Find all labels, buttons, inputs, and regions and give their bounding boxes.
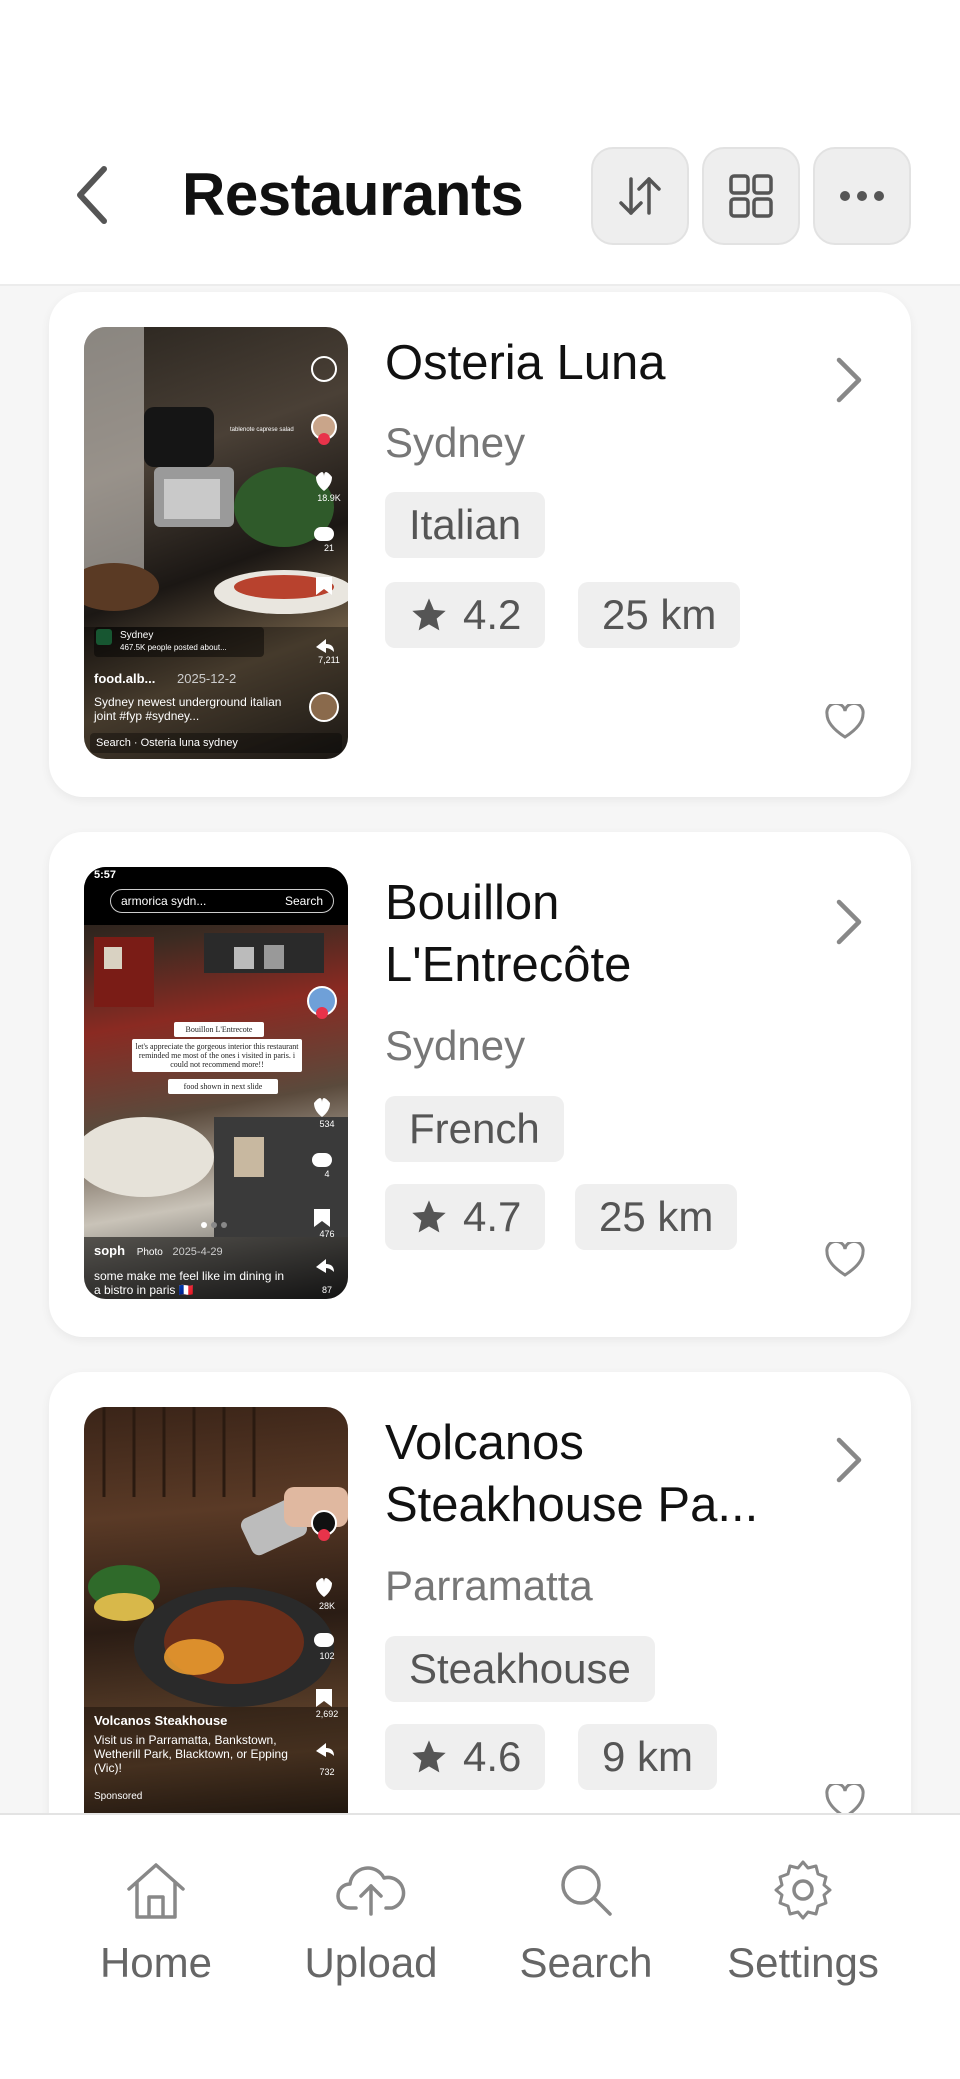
rating-value: 4.2 xyxy=(463,591,522,638)
saves-count: 476 xyxy=(319,1229,335,1239)
chevron-right-icon xyxy=(836,899,862,945)
heart-icon xyxy=(825,1784,865,1813)
restaurant-name: Volcanos Steakhouse Pa... xyxy=(385,1416,759,1532)
restaurant-card[interactable]: 5:57 armorica sydn... Search Bouillon L'… xyxy=(49,832,911,1337)
author-name: soph xyxy=(94,1243,126,1258)
heart-icon xyxy=(825,1242,865,1277)
post-caption: some make me feel like im dining in a bi… xyxy=(94,1269,285,1297)
shares-count: 732 xyxy=(319,1767,335,1777)
comments-count: 4 xyxy=(324,1169,330,1179)
rating-chip: 4.2 xyxy=(385,582,546,648)
sponsored-label: Sponsored xyxy=(94,1791,143,1802)
restaurant-city: Sydney xyxy=(385,1022,526,1069)
home-icon xyxy=(127,1863,185,1919)
tab-home-label: Home xyxy=(99,1939,213,1986)
status-time: 5:57 xyxy=(94,869,117,881)
distance-chip: 9 km xyxy=(578,1724,718,1790)
restaurant-name: Bouillon L'Entrecôte xyxy=(385,876,632,992)
restaurant-name: Osteria Luna xyxy=(385,336,666,390)
shares-count: 7,211 xyxy=(318,655,340,665)
tab-home[interactable]: Home xyxy=(56,1855,256,2005)
restaurants-screen: Restaurants tablenote caprese salad 18.9… xyxy=(0,0,960,2079)
page-title: Restaurants xyxy=(182,161,524,228)
post-date: 2025-4-29 xyxy=(172,1246,223,1258)
sort-arrows-icon xyxy=(619,177,661,215)
shares-count: 87 xyxy=(321,1285,332,1295)
rating-value: 4.6 xyxy=(463,1733,522,1780)
favorite-button[interactable] xyxy=(823,1238,867,1282)
chevron-right-icon xyxy=(836,357,862,403)
back-button[interactable] xyxy=(62,160,122,230)
sort-button[interactable] xyxy=(591,147,689,245)
star-icon xyxy=(412,1740,446,1773)
bottom-tab-bar: Home Upload Search Settings xyxy=(0,1813,960,2079)
post-author: Volcanos Steakhouse xyxy=(94,1713,228,1728)
gear-icon xyxy=(774,1860,832,1920)
restaurant-thumbnail[interactable]: tablenote caprese salad 18.9K 21 7,211 S… xyxy=(84,327,348,759)
restaurant-thumbnail[interactable]: 28K 102 2,692 732 Volcanos Steakhouse Vi… xyxy=(84,1407,348,1813)
tab-search[interactable]: Search xyxy=(486,1855,686,2005)
rating-value: 4.7 xyxy=(463,1193,522,1240)
author-name: food.alb... xyxy=(94,671,156,686)
favorite-button[interactable] xyxy=(823,700,867,744)
likes-count: 534 xyxy=(319,1119,335,1129)
thumb-search-bar: armorica sydn... Search xyxy=(110,889,334,913)
restaurant-thumbnail[interactable]: 5:57 armorica sydn... Search Bouillon L'… xyxy=(84,867,348,1299)
open-detail-chevron[interactable] xyxy=(829,892,869,952)
cuisine-chip: Italian xyxy=(385,492,546,558)
rating-chip: 4.7 xyxy=(385,1184,546,1250)
restaurant-city: Parramatta xyxy=(385,1562,593,1609)
grid-view-button[interactable] xyxy=(702,147,800,245)
chevron-left-icon xyxy=(77,166,107,224)
cuisine-chip: Steakhouse xyxy=(385,1636,655,1702)
post-badge: Photo xyxy=(136,1247,163,1258)
location-name: Sydney xyxy=(120,630,154,641)
likes-count: 18.9K xyxy=(317,493,341,503)
rating-chip: 4.6 xyxy=(385,1724,546,1790)
cuisine-chip: French xyxy=(385,1096,564,1162)
tab-settings[interactable]: Settings xyxy=(703,1855,903,2005)
star-icon xyxy=(412,1200,446,1233)
top-bar: Restaurants xyxy=(0,0,960,286)
search-query: armorica sydn... xyxy=(121,894,207,908)
search-label: Search xyxy=(284,894,323,908)
location-sub: 467.5K people posted about... xyxy=(120,643,227,652)
tab-search-label: Search xyxy=(519,1939,653,1986)
note-footer: food shown in next slide xyxy=(168,1079,278,1094)
star-icon xyxy=(412,598,446,631)
saves-count: 2,692 xyxy=(315,1709,339,1719)
post-caption: Sydney newest underground italian joint … xyxy=(94,695,282,723)
tab-upload-label: Upload xyxy=(304,1939,438,1986)
favorite-button[interactable] xyxy=(823,1780,867,1813)
more-options-button[interactable] xyxy=(813,147,911,245)
post-caption: Visit us in Parramatta, Bankstown, Wethe… xyxy=(94,1733,288,1775)
grid-icon xyxy=(729,174,773,218)
cloud-upload-icon xyxy=(336,1866,406,1916)
distance-chip: 25 km xyxy=(578,582,741,648)
tab-upload[interactable]: Upload xyxy=(271,1855,471,2005)
more-dots-icon xyxy=(840,191,884,201)
thumb-search-bar: Search · Osteria luna sydney xyxy=(90,733,342,753)
tab-settings-label: Settings xyxy=(727,1939,879,1986)
distance-chip: 25 km xyxy=(575,1184,738,1250)
post-author: food.alb... 2025-12-2 xyxy=(94,671,236,686)
chevron-right-icon xyxy=(836,1437,862,1483)
post-author: soph Photo 2025-4-29 xyxy=(94,1243,223,1258)
restaurant-card[interactable]: tablenote caprese salad 18.9K 21 7,211 S… xyxy=(49,292,911,797)
heart-icon xyxy=(825,704,865,739)
comments-count: 21 xyxy=(323,543,334,553)
post-date: 2025-12-2 xyxy=(177,671,237,686)
thumb-tag: tablenote caprese salad xyxy=(230,427,294,433)
location-pill: Sydney 467.5K people posted about... xyxy=(94,627,264,657)
open-detail-chevron[interactable] xyxy=(829,1430,869,1490)
restaurant-card[interactable]: 28K 102 2,692 732 Volcanos Steakhouse Vi… xyxy=(49,1372,911,1813)
likes-count: 28K xyxy=(318,1601,335,1611)
open-detail-chevron[interactable] xyxy=(829,350,869,410)
note-body: let's appreciate the gorgeous interior t… xyxy=(132,1039,302,1072)
note-title: Bouillon L'Entrecote xyxy=(174,1022,264,1037)
comments-count: 102 xyxy=(319,1651,335,1661)
restaurant-city: Sydney xyxy=(385,419,526,466)
search-icon xyxy=(561,1865,612,1916)
restaurant-list[interactable]: tablenote caprese salad 18.9K 21 7,211 S… xyxy=(0,286,960,1813)
